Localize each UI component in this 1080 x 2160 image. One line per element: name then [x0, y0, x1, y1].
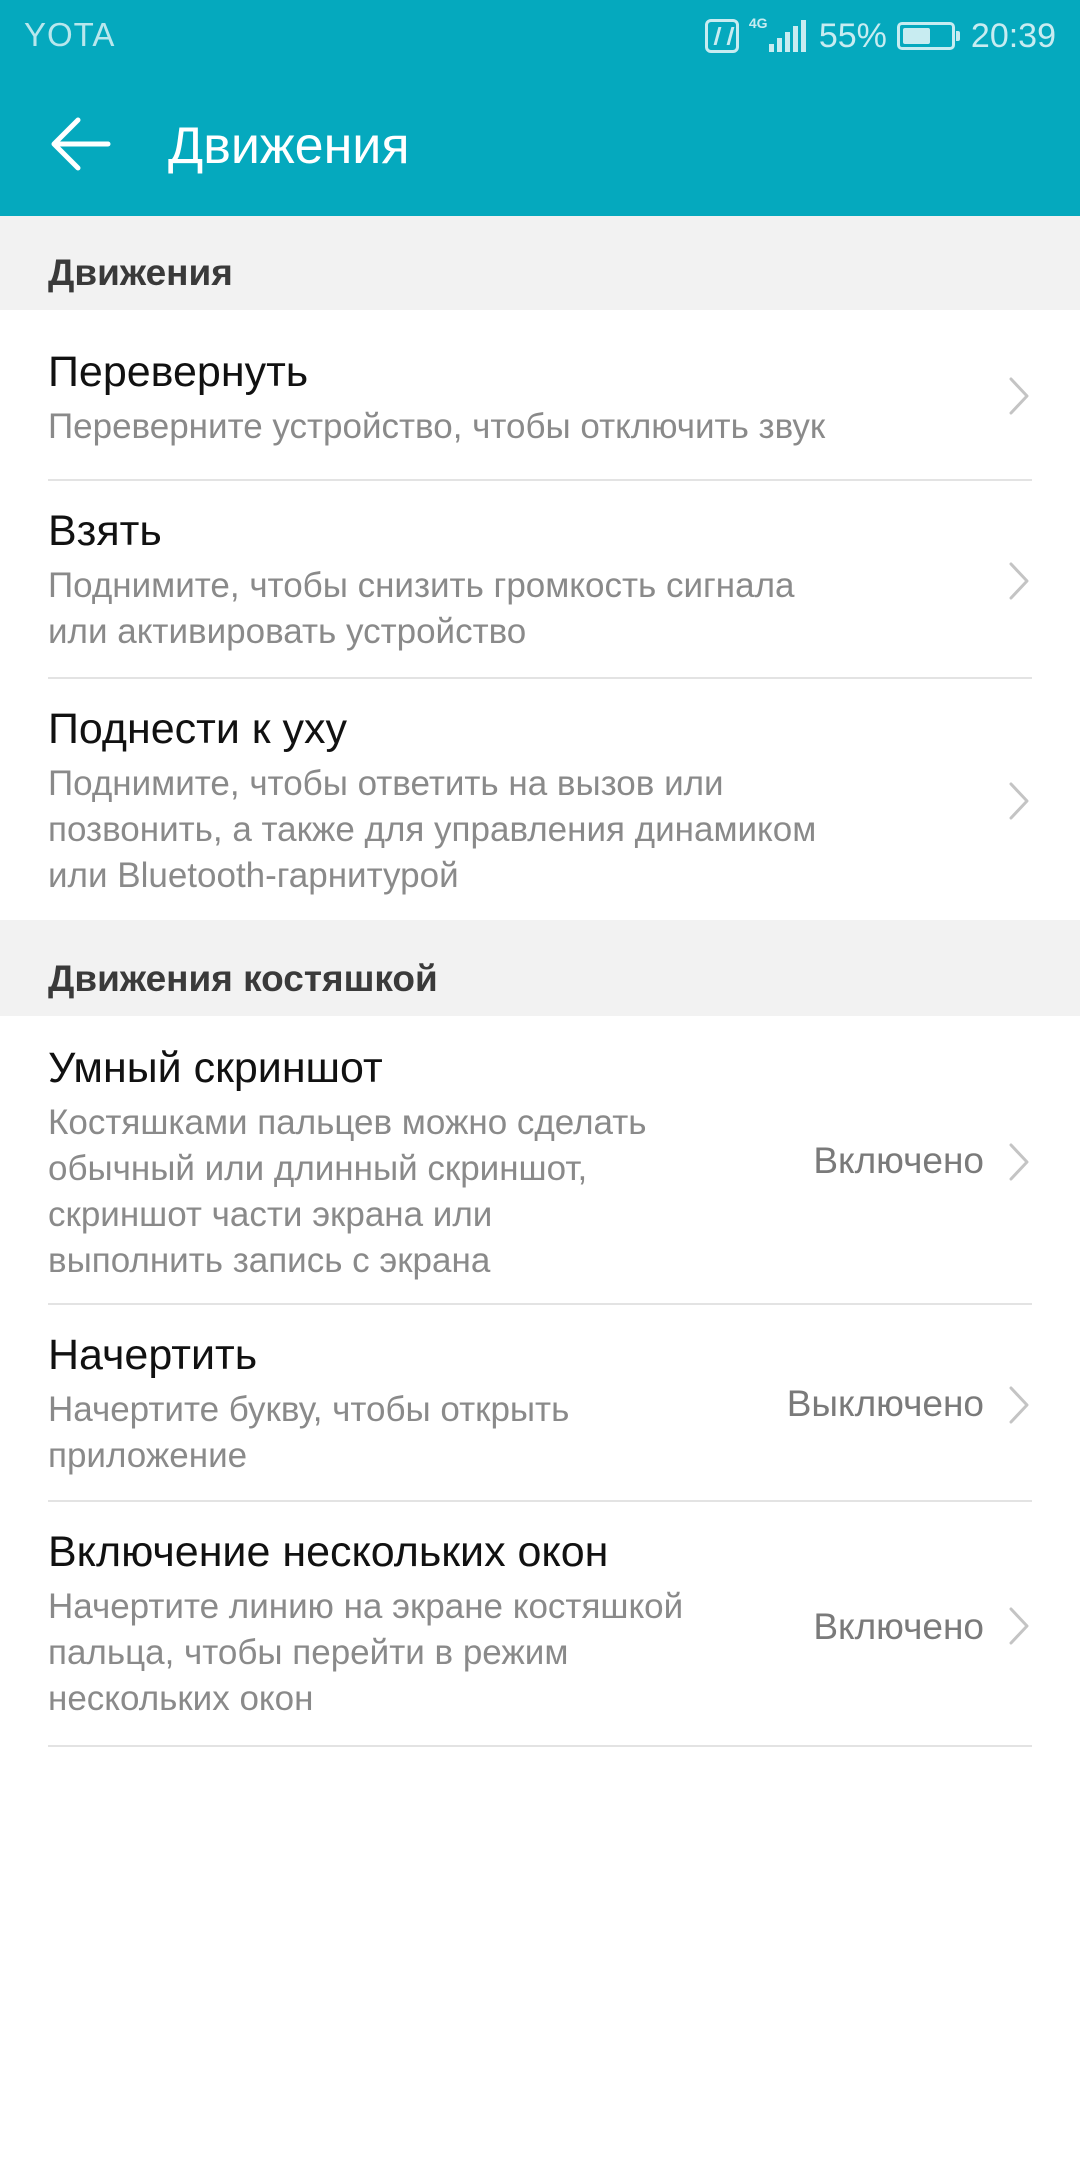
chevron-right-icon — [1009, 562, 1029, 600]
setting-item-pick-up[interactable]: Взять Поднимите, чтобы снизить громкость… — [0, 481, 1080, 678]
item-description: приложение — [48, 1436, 248, 1475]
section-header-motions: Движения — [0, 216, 1080, 310]
chevron-right-icon — [1009, 1143, 1029, 1181]
setting-item-multi-window[interactable]: Включение нескольких окон Начертите лини… — [0, 1502, 1080, 1746]
clock: 20:39 — [970, 16, 1056, 55]
item-description: Переверните устройство, чтобы отключить … — [48, 407, 826, 446]
item-description: скриншот части экрана или — [48, 1195, 493, 1234]
back-button[interactable] — [38, 104, 118, 184]
item-title: Включение нескольких окон — [48, 1528, 609, 1576]
signal-icon: 4G — [748, 15, 809, 54]
battery-icon — [896, 22, 960, 50]
item-title: Взять — [48, 507, 162, 555]
item-description: Поднимите, чтобы снизить громкость сигна… — [48, 566, 795, 605]
item-description: или активировать устройство — [48, 612, 527, 651]
chevron-right-icon — [1009, 377, 1029, 415]
item-description: или Bluetooth-гарнитурой — [48, 856, 459, 895]
nfc-icon — [704, 19, 739, 53]
item-status-value: Включено — [813, 1606, 984, 1647]
chevron-right-icon — [1009, 1386, 1029, 1424]
item-description: позвонить, а также для управления динами… — [48, 810, 817, 849]
item-description: Начертите букву, чтобы открыть — [48, 1390, 570, 1429]
item-description: нескольких окон — [48, 1679, 314, 1718]
battery-percent: 55% — [818, 16, 887, 55]
item-status-value: Включено — [813, 1140, 984, 1181]
item-description: Костяшками пальцев можно сделать — [48, 1103, 647, 1142]
section-title: Движения костяшкой — [48, 958, 438, 999]
item-title: Поднести к уху — [48, 705, 348, 753]
app-header: YOTA 4G 55% 20:39 Движения — [0, 0, 1080, 216]
item-description: выполнить запись с экрана — [48, 1241, 491, 1280]
page-title: Движения — [168, 117, 410, 175]
network-type-label: 4G — [748, 15, 768, 31]
item-title: Перевернуть — [48, 348, 309, 396]
section-header-knuckle-gestures: Движения костяшкой — [0, 920, 1080, 1016]
item-description: пальца, чтобы перейти в режим — [48, 1633, 569, 1672]
toolbar: Движения — [0, 74, 1080, 216]
carrier-label: YOTA — [24, 16, 116, 53]
chevron-right-icon — [1009, 1607, 1029, 1645]
setting-item-smart-screenshot[interactable]: Умный скриншот Костяшками пальцев можно … — [0, 1016, 1080, 1304]
item-description: обычный или длинный скриншот, — [48, 1149, 588, 1188]
section-title: Движения — [48, 252, 233, 293]
item-status-value: Выключено — [786, 1383, 984, 1424]
item-title: Начертить — [48, 1331, 258, 1379]
item-description: Начертите линию на экране костяшкой — [48, 1587, 684, 1626]
setting-item-flip[interactable]: Перевернуть Переверните устройство, чтоб… — [0, 310, 1080, 480]
item-title: Умный скриншот — [48, 1044, 383, 1092]
arrow-left-icon — [51, 117, 111, 171]
divider — [48, 1745, 1032, 1747]
setting-item-raise-to-ear[interactable]: Поднести к уху Поднимите, чтобы ответить… — [0, 679, 1080, 920]
setting-item-draw[interactable]: Начертить Начертите букву, чтобы открыть… — [0, 1305, 1080, 1501]
chevron-right-icon — [1009, 782, 1029, 820]
status-indicators: 4G 55% 20:39 — [704, 14, 1056, 58]
item-description: Поднимите, чтобы ответить на вызов или — [48, 764, 724, 803]
status-bar: YOTA 4G 55% 20:39 — [0, 0, 1080, 74]
